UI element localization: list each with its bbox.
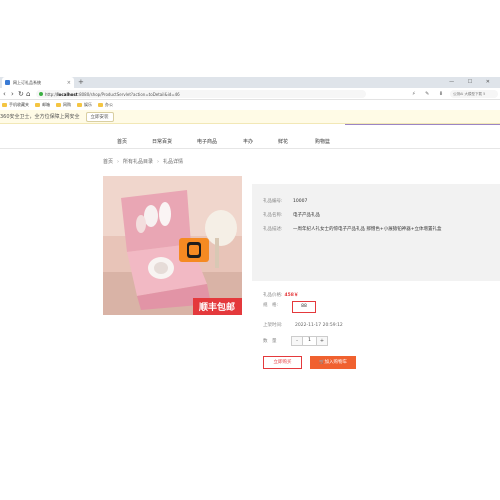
security-shield-icon (39, 92, 43, 96)
product-name-label: 礼品名称: (263, 213, 283, 218)
tab-close-icon[interactable]: × (67, 80, 71, 86)
product-desc-label: 礼品描述: (263, 227, 283, 232)
url-text: http://localhost:8080/shop/ProductServle… (45, 91, 180, 97)
bookmarks-bar: 手机收藏夹 邮箱 网购 娱乐 办公 (0, 100, 500, 110)
product-image: 顺丰包邮 (103, 176, 242, 315)
breadcrumb: 首页 › 所有礼品目录 › 礼品详情 (103, 158, 183, 165)
folder-icon (35, 103, 40, 107)
install-button[interactable]: 立即安装 (85, 111, 114, 122)
quantity-minus-button[interactable]: - (291, 336, 303, 346)
breadcrumb-home[interactable]: 首页 (103, 159, 113, 165)
product-code-value: 10007 (293, 199, 308, 204)
refresh-icon[interactable]: ↻ (18, 89, 24, 99)
product-code-row: 礼品编号: 10007 (263, 198, 307, 204)
add-to-cart-label: 加入购物车 (324, 360, 348, 365)
browser-tab-bar: 网上订礼品系统 × + — ☐ ✕ (0, 77, 500, 88)
product-code-label: 礼品编号: (263, 199, 283, 204)
nav-item-electronics[interactable]: 电子商品 (197, 138, 217, 145)
folder-icon (2, 103, 7, 107)
breadcrumb-current: 礼品详情 (163, 159, 184, 165)
folder-icon (77, 103, 82, 107)
product-desc-value: 一周年纪人礼女士的惊电子产品礼品 那憎色+小展猿铂神器+立体增置礼盒 (293, 227, 442, 232)
browser-search-input[interactable]: 公测Ai 大模型下载 5 (450, 90, 498, 98)
folder-icon (56, 103, 61, 107)
quantity-input[interactable]: 1 (303, 336, 316, 346)
back-icon[interactable]: ‹ (3, 89, 6, 99)
main-nav: 首页 日常百货 电子商品 丰办 鲜花 购物篮 (100, 138, 400, 148)
notice-bar: 360安全卫士，全方位保障上网安全 立即安装 (0, 110, 500, 124)
address-bar: ‹ › ↻ ⌂ http://localhost:8080/shop/Produ… (0, 88, 500, 100)
bookmark-item[interactable]: 娱乐 (77, 102, 92, 108)
shelf-time-label: 上架时间: (263, 323, 283, 328)
browser-tab[interactable]: 网上订礼品系统 × (2, 77, 74, 88)
bookmark-item[interactable]: 手机收藏夹 (2, 102, 29, 108)
tab-title: 网上订礼品系统 (13, 79, 41, 85)
bookmark-item[interactable]: 邮箱 (35, 102, 50, 108)
favicon-icon (5, 80, 10, 85)
url-input[interactable]: http://localhost:8080/shop/ProductServle… (36, 90, 366, 98)
price-value: 458￥ (284, 293, 299, 298)
shelf-time-value: 2022-11-17 20:59:12 (295, 323, 343, 328)
divider (345, 124, 500, 125)
product-name-value: 电子产品礼品 (293, 213, 320, 218)
nav-item-cart[interactable]: 购物篮 (315, 138, 330, 145)
nav-divider (0, 148, 500, 149)
bookmark-item[interactable]: 网购 (56, 102, 71, 108)
window-controls[interactable]: — ☐ ✕ (449, 77, 496, 87)
bookmark-item[interactable]: 办公 (98, 102, 113, 108)
new-tab-button[interactable]: + (78, 77, 84, 87)
spec-row: 规 格: (263, 302, 278, 308)
home-icon[interactable]: ⌂ (26, 89, 30, 99)
nav-item-home[interactable]: 首页 (117, 138, 127, 145)
breadcrumb-separator: › (157, 159, 160, 165)
spec-label: 规 格: (263, 303, 279, 308)
product-info-panel: 礼品编号: 10007 礼品名称: 电子产品礼品 礼品描述: 一周年纪人礼女士的惊电子… (252, 184, 500, 281)
notice-text: 360安全卫士，全方位保障上网安全 (0, 114, 80, 120)
nav-item-office[interactable]: 丰办 (243, 138, 253, 145)
price-label: 礼品价格: (263, 293, 283, 298)
product-name-row: 礼品名称: 电子产品礼品 (263, 212, 320, 218)
image-badge-text: 顺丰包邮 (199, 301, 235, 313)
nav-item-daily[interactable]: 日常百货 (152, 138, 172, 145)
buy-now-button[interactable]: 立即购买 (263, 356, 302, 369)
breadcrumb-separator: › (117, 159, 120, 165)
spec-option[interactable]: 88 (292, 301, 316, 313)
quantity-plus-button[interactable]: + (316, 336, 328, 346)
shelf-time-row: 上架时间: 2022-11-17 20:59:12 (263, 322, 343, 328)
add-to-cart-button[interactable]: 🛒加入购物车 (310, 356, 356, 369)
price-row: 礼品价格: 458￥ (263, 292, 298, 298)
breadcrumb-category[interactable]: 所有礼品目录 (123, 159, 153, 165)
product-desc-row: 礼品描述: 一周年纪人礼女士的惊电子产品礼品 那憎色+小展猿铂神器+立体增置礼盒 (263, 226, 441, 232)
forward-icon[interactable]: › (11, 89, 14, 99)
quantity-stepper: - 1 + (291, 336, 328, 346)
folder-icon (98, 103, 103, 107)
nav-item-flowers[interactable]: 鲜花 (278, 138, 288, 145)
quantity-label: 数 量 (263, 339, 277, 344)
